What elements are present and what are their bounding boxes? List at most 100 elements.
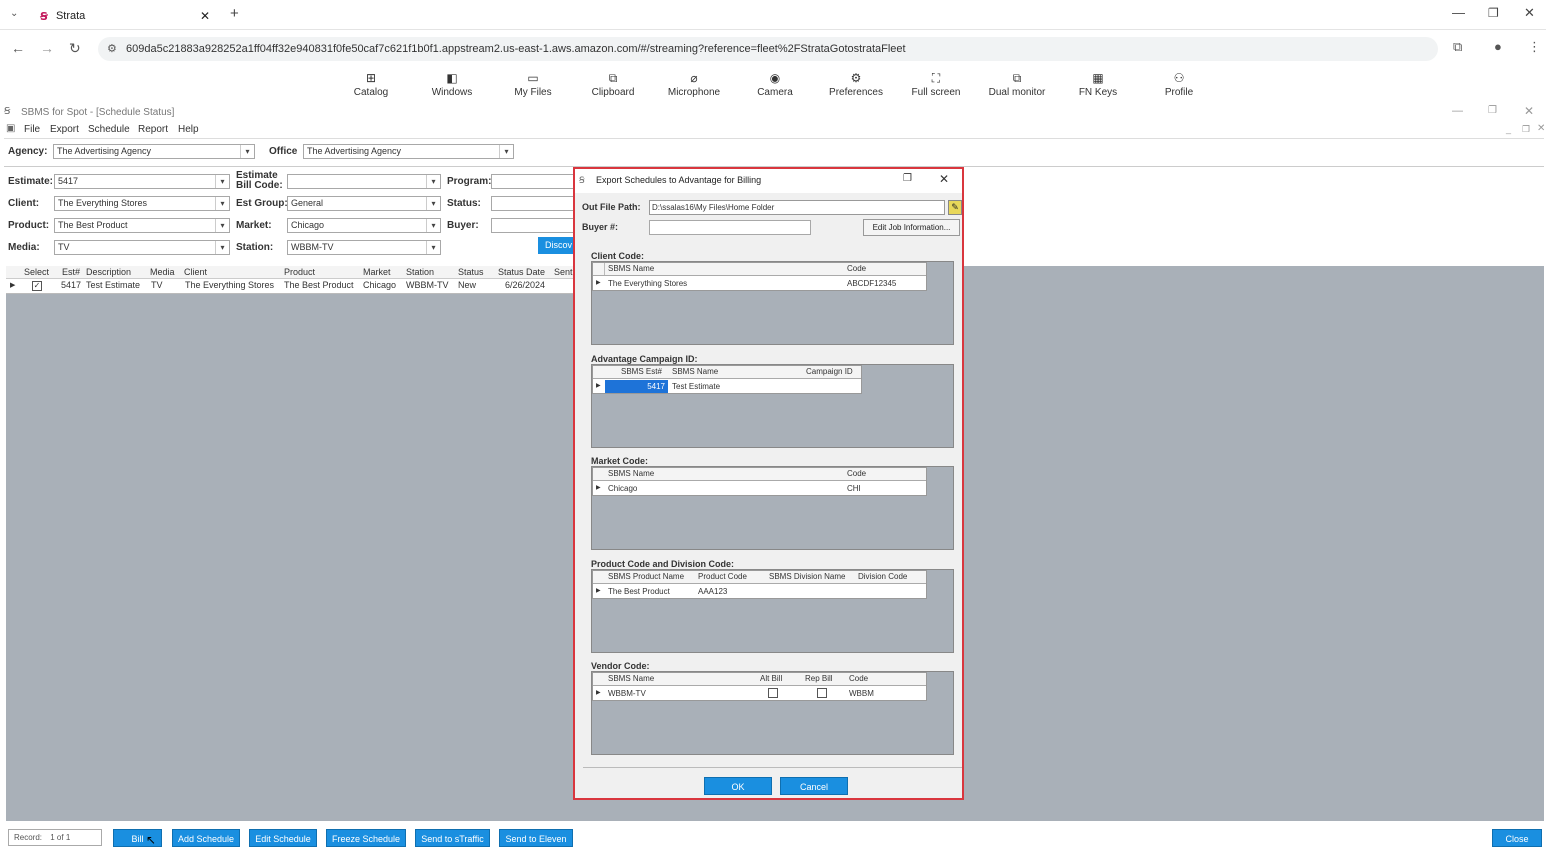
market-combo[interactable]: Chicago ▾ xyxy=(287,218,441,233)
col-description[interactable]: Description xyxy=(86,266,131,279)
forward-icon[interactable]: → xyxy=(40,40,54,56)
col-alt-bill[interactable]: Alt Bill xyxy=(760,673,782,685)
add-schedule-button[interactable]: Add Schedule xyxy=(172,829,240,847)
estimate-combo[interactable]: 5417 ▾ xyxy=(54,174,230,189)
profile-avatar-icon[interactable]: ● xyxy=(1494,39,1502,54)
address-bar[interactable]: ⚙ 609da5c21883a928252a1ff04ff32e940831f0… xyxy=(98,37,1438,61)
menu-export[interactable]: Export xyxy=(50,124,79,135)
col-status-date[interactable]: Status Date xyxy=(498,266,545,279)
col-product[interactable]: Product xyxy=(284,266,315,279)
site-info-icon[interactable]: ⚙ xyxy=(107,37,117,61)
col-select[interactable]: Select xyxy=(24,266,49,279)
toolbar-full-screen[interactable]: ⛶ Full screen xyxy=(901,71,971,98)
tab-search-icon[interactable]: ⌄ xyxy=(10,8,18,19)
buyer-field[interactable] xyxy=(491,218,575,233)
browser-menu-icon[interactable]: ⋮ xyxy=(1528,39,1541,55)
chevron-down-icon[interactable]: ▾ xyxy=(215,175,229,188)
col-sbms-name[interactable]: SBMS Name xyxy=(608,673,654,685)
menu-report[interactable]: Report xyxy=(138,124,168,135)
extensions-icon[interactable]: ⧉ xyxy=(1453,39,1462,55)
cell-code[interactable]: WBBM xyxy=(849,687,874,700)
col-sbms-name[interactable]: SBMS Name xyxy=(608,263,654,275)
discover-button[interactable]: Discov xyxy=(538,237,575,254)
mdi-restore-icon[interactable]: ❐ xyxy=(1522,124,1530,135)
col-status[interactable]: Status xyxy=(458,266,484,279)
col-campaign-id[interactable]: Campaign ID xyxy=(806,366,853,378)
est-group-combo[interactable]: General ▾ xyxy=(287,196,441,211)
menu-schedule[interactable]: Schedule xyxy=(88,124,130,135)
out-file-path-field[interactable]: D:\ssalas16\My Files\Home Folder xyxy=(649,200,945,215)
edit-schedule-button[interactable]: Edit Schedule xyxy=(249,829,317,847)
cell-product-code[interactable]: AAA123 xyxy=(698,585,727,598)
col-sent[interactable]: Sent xyxy=(554,266,573,279)
est-bill-code-combo[interactable]: ▾ xyxy=(287,174,441,189)
col-sbms-est[interactable]: SBMS Est# xyxy=(621,366,662,378)
chevron-down-icon[interactable]: ▾ xyxy=(499,145,513,158)
browse-folder-button[interactable]: ✎ xyxy=(948,200,962,215)
col-client[interactable]: Client xyxy=(184,266,207,279)
program-field[interactable] xyxy=(491,174,575,189)
edit-job-information-button[interactable]: Edit Job Information... xyxy=(863,219,960,236)
alt-bill-checkbox[interactable] xyxy=(768,688,778,698)
reload-icon[interactable]: ↻ xyxy=(69,40,81,57)
col-code[interactable]: Code xyxy=(847,263,866,275)
toolbar-windows[interactable]: ◧ Windows xyxy=(417,71,487,98)
send-to-eleven-button[interactable]: Send to Eleven xyxy=(499,829,573,847)
toolbar-camera[interactable]: ◉ Camera xyxy=(740,71,810,98)
col-market[interactable]: Market xyxy=(363,266,391,279)
close-button[interactable]: Close xyxy=(1492,829,1542,847)
freeze-schedule-button[interactable]: Freeze Schedule xyxy=(326,829,406,847)
restore-window-icon[interactable]: ❐ xyxy=(1488,6,1499,20)
app-close-icon[interactable]: ✕ xyxy=(1524,104,1534,118)
minimize-window-icon[interactable]: — xyxy=(1452,5,1465,20)
agency-combo[interactable]: The Advertising Agency ▾ xyxy=(53,144,255,159)
browser-tab[interactable]: Ꞩ Strata ✕ xyxy=(30,4,218,28)
dialog-close-icon[interactable]: ✕ xyxy=(939,172,949,186)
chevron-down-icon[interactable]: ▾ xyxy=(215,241,229,254)
col-sbms-product-name[interactable]: SBMS Product Name xyxy=(608,571,684,583)
chevron-down-icon[interactable]: ▾ xyxy=(426,175,440,188)
col-sbms-division-name[interactable]: SBMS Division Name xyxy=(769,571,845,583)
chevron-down-icon[interactable]: ▾ xyxy=(426,197,440,210)
toolbar-profile[interactable]: ⚇ Profile xyxy=(1144,71,1214,98)
cancel-button[interactable]: Cancel xyxy=(780,777,848,795)
cell-code[interactable]: ABCDF12345 xyxy=(847,277,896,290)
toolbar-clipboard[interactable]: ⧉ Clipboard xyxy=(578,71,648,98)
new-tab-button[interactable]: + xyxy=(230,5,239,22)
toolbar-my-files[interactable]: ▭ My Files xyxy=(498,71,568,98)
send-to-straffic-button[interactable]: Send to sTraffic xyxy=(415,829,490,847)
station-combo[interactable]: WBBM-TV ▾ xyxy=(287,240,441,255)
table-row[interactable]: ▶ 5417 Test Estimate xyxy=(593,380,861,393)
chevron-down-icon[interactable]: ▾ xyxy=(240,145,254,158)
row-select-checkbox[interactable]: ✓ xyxy=(32,281,42,291)
app-restore-icon[interactable]: ❐ xyxy=(1488,105,1497,116)
toolbar-fn-keys[interactable]: ▦ FN Keys xyxy=(1063,71,1133,98)
col-sbms-name[interactable]: SBMS Name xyxy=(608,468,654,480)
back-icon[interactable]: ← xyxy=(11,40,25,56)
product-combo[interactable]: The Best Product ▾ xyxy=(54,218,230,233)
app-minimize-icon[interactable]: — xyxy=(1452,105,1463,117)
cell-code[interactable]: CHI xyxy=(847,482,861,495)
buyer-number-field[interactable] xyxy=(649,220,811,235)
toolbar-catalog[interactable]: ⊞ Catalog xyxy=(336,71,406,98)
menu-help[interactable]: Help xyxy=(178,124,199,135)
rep-bill-checkbox[interactable] xyxy=(817,688,827,698)
status-field[interactable] xyxy=(491,196,575,211)
col-code[interactable]: Code xyxy=(849,673,868,685)
menu-file[interactable]: File xyxy=(24,124,40,135)
table-row[interactable]: ▶ The Best Product AAA123 xyxy=(593,585,926,598)
col-station[interactable]: Station xyxy=(406,266,434,279)
cell-sbms-est-selected[interactable]: 5417 xyxy=(605,380,668,393)
ok-button[interactable]: OK xyxy=(704,777,772,795)
office-combo[interactable]: The Advertising Agency ▾ xyxy=(303,144,514,159)
table-row[interactable]: ▶ ✓ 5417 Test Estimate TV The Everything… xyxy=(6,280,576,293)
mdi-minimize-icon[interactable]: _ xyxy=(1506,124,1511,134)
close-window-icon[interactable]: ✕ xyxy=(1524,5,1535,21)
chevron-down-icon[interactable]: ▾ xyxy=(215,197,229,210)
col-rep-bill[interactable]: Rep Bill xyxy=(805,673,833,685)
table-row[interactable]: ▶ WBBM-TV WBBM xyxy=(593,687,926,700)
client-combo[interactable]: The Everything Stores ▾ xyxy=(54,196,230,211)
col-division-code[interactable]: Division Code xyxy=(858,571,907,583)
chevron-down-icon[interactable]: ▾ xyxy=(426,219,440,232)
col-code[interactable]: Code xyxy=(847,468,866,480)
